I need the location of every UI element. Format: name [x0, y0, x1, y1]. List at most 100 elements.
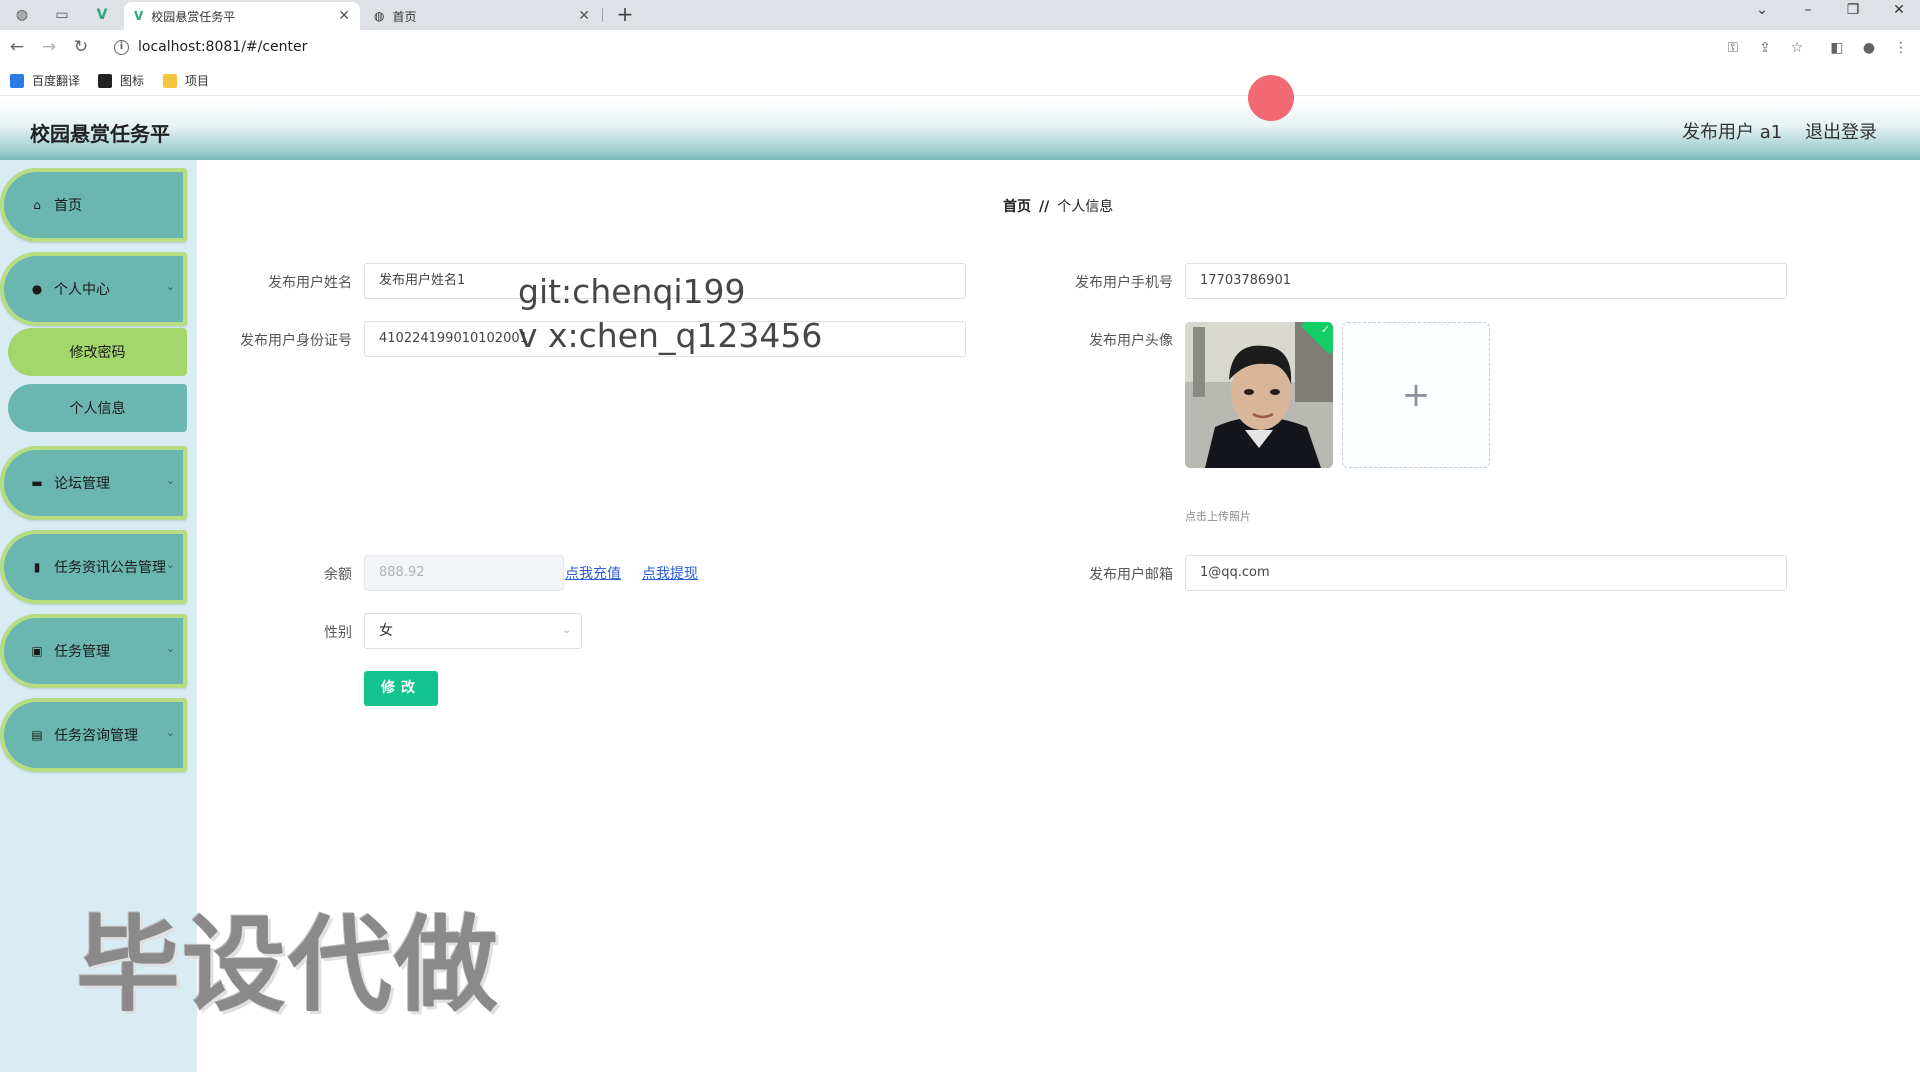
browser-tab-bar: ◍ ▭ V V 校园悬赏任务平 ✕ ◍ 首页 ✕ + ⌄ – ❐ ✕ [0, 0, 1920, 30]
folder-icon [163, 73, 177, 88]
bar-chart-icon: ▮ [33, 560, 41, 574]
chevron-down-icon: ⌄ [165, 280, 175, 293]
sidebar-item-label: 个人中心 [54, 282, 110, 298]
chevron-down-icon: ⌄ [562, 625, 571, 636]
watermark-big: 毕设代做 [76, 904, 501, 1026]
blank-tab-icon[interactable]: ▭ [48, 3, 76, 27]
tab-title: 首页 [392, 9, 417, 24]
chevron-down-icon: ⌄ [165, 726, 175, 739]
logout-link[interactable]: 退出登录 [1805, 118, 1877, 144]
share-icon[interactable]: ⇪ [1755, 38, 1775, 58]
gender-select[interactable]: 女 ⌄ [364, 613, 582, 649]
sidebar-subitem-change-password[interactable]: 修改密码 [8, 328, 187, 376]
sidebar-item-personal-center[interactable]: ● 个人中心 ⌄ [0, 252, 187, 326]
check-icon: ✓ [1320, 323, 1330, 336]
globe-icon[interactable]: ◍ [8, 3, 36, 27]
breadcrumb-home[interactable]: 首页 [1003, 199, 1031, 215]
chevron-down-icon: ⌄ [165, 642, 175, 655]
sidebar-subitem-label: 个人信息 [69, 401, 126, 417]
book-icon: ▤ [31, 728, 43, 742]
profile-icon[interactable]: ● [1859, 38, 1879, 58]
app-header: 校园悬赏任务平 发布用户 a1 退出登录 [0, 98, 1920, 160]
email-input[interactable]: 1@qq.com [1185, 555, 1787, 591]
sidepanel-icon[interactable]: ◧ [1827, 38, 1847, 58]
sidebar-item-notices[interactable]: ▮ 任务资讯公告管理 ⌄ [0, 530, 187, 604]
bookmark-label: 图标 [120, 74, 145, 88]
browser-tab[interactable]: ◍ 首页 ✕ [364, 2, 600, 30]
home-icon: ⌂ [33, 198, 41, 212]
bookmarks-bar: 百度翻译 图标 项目 [0, 66, 1920, 96]
image-icon [98, 73, 112, 88]
avatar-upload-button[interactable]: + [1342, 322, 1490, 468]
sidebar-item-home[interactable]: ⌂ 首页 [0, 168, 187, 242]
breadcrumb: 首页 // 个人信息 [1003, 196, 1113, 216]
phone-input[interactable]: 17703786901 [1185, 263, 1787, 299]
close-icon[interactable]: ✕ [578, 8, 590, 24]
kebab-menu-icon[interactable]: ⋮ [1891, 38, 1911, 58]
sidebar-item-forum[interactable]: ▬ 论坛管理 ⌄ [0, 446, 187, 520]
breadcrumb-separator: // [1039, 199, 1050, 215]
minimize-button[interactable]: – [1793, 2, 1823, 18]
cursor-highlight [1248, 75, 1294, 121]
watermark-wx: v x:chen_q123456 [518, 316, 823, 355]
bookmark-item[interactable]: 百度翻译 [10, 72, 80, 89]
gender-select-value: 女 [379, 623, 393, 639]
breadcrumb-current: 个人信息 [1057, 199, 1114, 215]
reload-icon[interactable]: ↻ [70, 36, 92, 58]
url-field[interactable]: localhost:8081/#/center [138, 39, 307, 55]
tab-divider [602, 8, 603, 22]
browser-tab-active[interactable]: V 校园悬赏任务平 ✕ [124, 2, 360, 30]
globe-icon: ◍ [374, 9, 385, 23]
chevron-down-icon: ⌄ [165, 558, 175, 571]
sidebar-subitem-label: 修改密码 [69, 345, 126, 361]
chevron-down-icon: ⌄ [165, 474, 175, 487]
tab-title: 校园悬赏任务平 [151, 9, 236, 24]
avatar-photo[interactable]: ✓ [1185, 322, 1333, 468]
bookmark-label: 项目 [185, 74, 210, 88]
info-icon[interactable]: i [114, 40, 129, 55]
bookmark-item[interactable]: 项目 [163, 72, 209, 89]
address-bar: ← → ↻ i localhost:8081/#/center ⚿ ⇪ ☆ ◧ … [0, 30, 1920, 66]
app-title: 校园悬赏任务平 [30, 122, 170, 146]
sidebar-item-label: 任务咨询管理 [54, 728, 138, 744]
name-label: 发布用户姓名 [268, 275, 352, 291]
upload-tip: 点击上传照片 [1185, 510, 1251, 523]
star-icon[interactable]: ☆ [1787, 38, 1807, 58]
avatar-label: 发布用户头像 [1089, 333, 1173, 349]
restore-button[interactable]: ❐ [1838, 2, 1868, 18]
close-icon[interactable]: ✕ [338, 8, 350, 24]
avatar-image [1185, 322, 1333, 468]
user-icon: ● [31, 282, 43, 296]
watermark-git: git:chenqi199 [518, 272, 746, 311]
chevron-down-icon[interactable]: ⌄ [1747, 2, 1777, 18]
id-card-label: 发布用户身份证号 [240, 333, 352, 349]
gender-label: 性别 [324, 625, 352, 641]
sidebar-item-consultation[interactable]: ▤ 任务咨询管理 ⌄ [0, 698, 187, 772]
current-user: 发布用户 a1 [1682, 122, 1783, 143]
email-label: 发布用户邮箱 [1089, 567, 1173, 583]
key-icon[interactable]: ⚿ [1723, 38, 1743, 58]
window-close-button[interactable]: ✕ [1884, 2, 1914, 18]
sidebar-item-label: 任务管理 [54, 644, 110, 660]
sidebar-item-label: 首页 [54, 198, 82, 214]
sidebar-item-label: 论坛管理 [54, 476, 110, 492]
vue-icon: V [134, 9, 144, 23]
bookmark-item[interactable]: 图标 [98, 72, 144, 89]
vue-icon[interactable]: V [88, 3, 116, 27]
withdraw-link[interactable]: 点我提现 [642, 563, 698, 583]
sidebar-item-tasks[interactable]: ▣ 任务管理 ⌄ [0, 614, 187, 688]
sidebar-subitem-profile[interactable]: 个人信息 [8, 384, 187, 432]
translate-icon [10, 73, 24, 88]
forward-icon[interactable]: → [38, 36, 60, 58]
bookmark-label: 百度翻译 [32, 74, 81, 88]
recharge-link[interactable]: 点我充值 [565, 563, 621, 583]
monitor-icon: ▬ [31, 476, 43, 490]
sidebar-item-label: 任务资讯公告管理 [54, 560, 166, 576]
submit-button[interactable]: 修改 [364, 671, 438, 706]
balance-input: 888.92 [364, 555, 564, 591]
balance-label: 余额 [324, 567, 352, 583]
back-icon[interactable]: ← [6, 36, 28, 58]
phone-label: 发布用户手机号 [1075, 275, 1173, 291]
new-tab-button[interactable]: + [612, 2, 638, 26]
briefcase-icon: ▣ [31, 644, 43, 658]
